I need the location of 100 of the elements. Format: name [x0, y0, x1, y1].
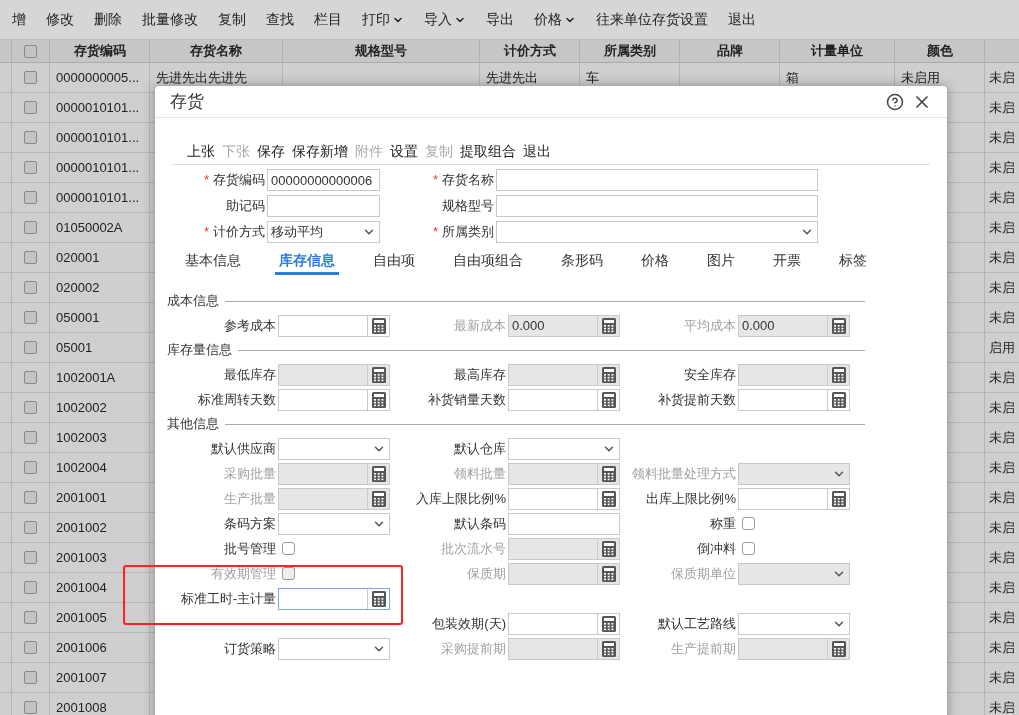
number-field[interactable] [278, 388, 390, 411]
checkbox[interactable] [24, 131, 37, 144]
checkbox[interactable] [24, 341, 37, 354]
checkbox[interactable] [24, 461, 37, 474]
number-field[interactable] [508, 487, 620, 510]
text-field[interactable] [267, 195, 380, 217]
checkbox[interactable] [24, 401, 37, 414]
dropdown-field[interactable] [738, 612, 850, 635]
table-cell-text: 未启 [989, 218, 1015, 237]
checkbox[interactable] [24, 371, 37, 384]
calculator-icon[interactable] [371, 391, 386, 408]
checkbox[interactable] [24, 221, 37, 234]
tab[interactable]: 库存信息 [275, 249, 339, 275]
dropdown-field[interactable] [508, 437, 620, 460]
tab[interactable]: 标签 [835, 249, 871, 275]
checkbox[interactable] [742, 517, 755, 530]
field-label: 生产提前期 [670, 639, 737, 658]
table-cell-text: 先进先出 [486, 68, 538, 87]
dropdown-field[interactable]: 移动平均 [267, 221, 380, 243]
tab[interactable]: 自由项 [369, 249, 419, 275]
toolbar-button[interactable]: 往来单位存货设置 [596, 9, 708, 30]
checkbox[interactable] [24, 701, 37, 714]
checkbox[interactable] [24, 581, 37, 594]
field-label: 默认供应商 [210, 439, 277, 458]
field-label: 默认条码 [453, 514, 507, 533]
calculator-icon[interactable] [601, 615, 616, 632]
checkbox[interactable] [24, 551, 37, 564]
checkbox[interactable] [24, 101, 37, 114]
checkbox[interactable] [24, 44, 37, 58]
checkbox[interactable] [24, 671, 37, 684]
checkbox[interactable] [24, 491, 37, 504]
number-field[interactable] [738, 388, 850, 411]
toolbar-button[interactable]: 修改 [46, 9, 74, 30]
checkbox[interactable] [24, 311, 37, 324]
field-label: 补货销量天数 [427, 390, 507, 409]
help-icon[interactable] [886, 92, 904, 111]
action-button[interactable]: 上张 [187, 140, 215, 162]
text-field[interactable] [496, 169, 818, 191]
action-button[interactable]: 退出 [523, 140, 551, 162]
number-field[interactable] [738, 487, 850, 510]
field-label: 标准周转天数 [197, 390, 277, 409]
toolbar-button[interactable]: 批量修改 [142, 9, 198, 30]
calculator-icon[interactable] [371, 590, 386, 607]
table-cell-text: 车 [586, 68, 599, 87]
action-button[interactable]: 保存新增 [292, 140, 348, 162]
calculator-icon[interactable] [601, 490, 616, 507]
field-label: 助记码 [226, 197, 265, 216]
toolbar-button[interactable]: 导入 [424, 9, 466, 30]
number-field[interactable] [508, 388, 620, 411]
checkbox[interactable] [24, 611, 37, 624]
toolbar-button[interactable]: 打印 [362, 9, 404, 30]
dropdown-field[interactable] [278, 512, 390, 535]
action-button[interactable]: 设置 [390, 140, 418, 162]
calculator-icon[interactable] [831, 391, 846, 408]
toolbar-button[interactable]: 价格 [534, 9, 576, 30]
calculator-icon[interactable] [371, 317, 386, 334]
tab[interactable]: 条形码 [557, 249, 607, 275]
number-field[interactable] [508, 612, 620, 635]
toolbar-button[interactable]: 导出 [486, 9, 514, 30]
toolbar-button[interactable]: 退出 [728, 9, 756, 30]
dropdown-field[interactable] [278, 437, 390, 460]
checkbox[interactable] [24, 281, 37, 294]
toolbar-button[interactable]: 增 [12, 9, 26, 30]
checkbox[interactable] [24, 521, 37, 534]
table-cell-text: 050001 [56, 308, 100, 327]
checkbox[interactable] [24, 251, 37, 264]
checkbox[interactable] [282, 542, 295, 555]
number-field[interactable] [278, 587, 390, 610]
dropdown-field[interactable] [496, 221, 818, 243]
checkbox[interactable] [24, 191, 37, 204]
toolbar-button[interactable]: 复制 [218, 9, 246, 30]
tab[interactable]: 基本信息 [181, 249, 245, 275]
field-label: 存货名称 [442, 171, 494, 190]
checkbox[interactable] [24, 161, 37, 174]
tab[interactable]: 开票 [769, 249, 805, 275]
action-button[interactable]: 提取组合 [460, 140, 516, 162]
action-button[interactable]: 保存 [257, 140, 285, 162]
tab[interactable]: 图片 [703, 249, 739, 275]
number-field[interactable] [278, 314, 390, 337]
required-mark: * [203, 171, 209, 190]
dropdown-field[interactable] [278, 637, 390, 660]
field-label: 默认仓库 [453, 439, 507, 458]
checkbox[interactable] [24, 431, 37, 444]
text-field[interactable] [508, 512, 620, 535]
toolbar-button[interactable]: 删除 [94, 9, 122, 30]
text-field[interactable] [496, 195, 818, 217]
checkbox[interactable] [24, 71, 37, 84]
calculator-icon[interactable] [831, 490, 846, 507]
table-cell-text: 未启 [989, 128, 1015, 147]
tab[interactable]: 价格 [637, 249, 673, 275]
checkbox[interactable] [742, 542, 755, 555]
table-cell-text: 0000010101... [56, 158, 140, 177]
tab[interactable]: 自由项组合 [449, 249, 527, 275]
toolbar-button[interactable]: 查找 [266, 9, 294, 30]
table-cell-text: 未启 [989, 158, 1015, 177]
toolbar-button[interactable]: 栏目 [314, 9, 342, 30]
calculator-icon[interactable] [601, 391, 616, 408]
text-field[interactable]: 00000000000006 [267, 169, 380, 191]
checkbox[interactable] [24, 641, 37, 654]
table-cell-text: 1002002 [56, 398, 107, 417]
